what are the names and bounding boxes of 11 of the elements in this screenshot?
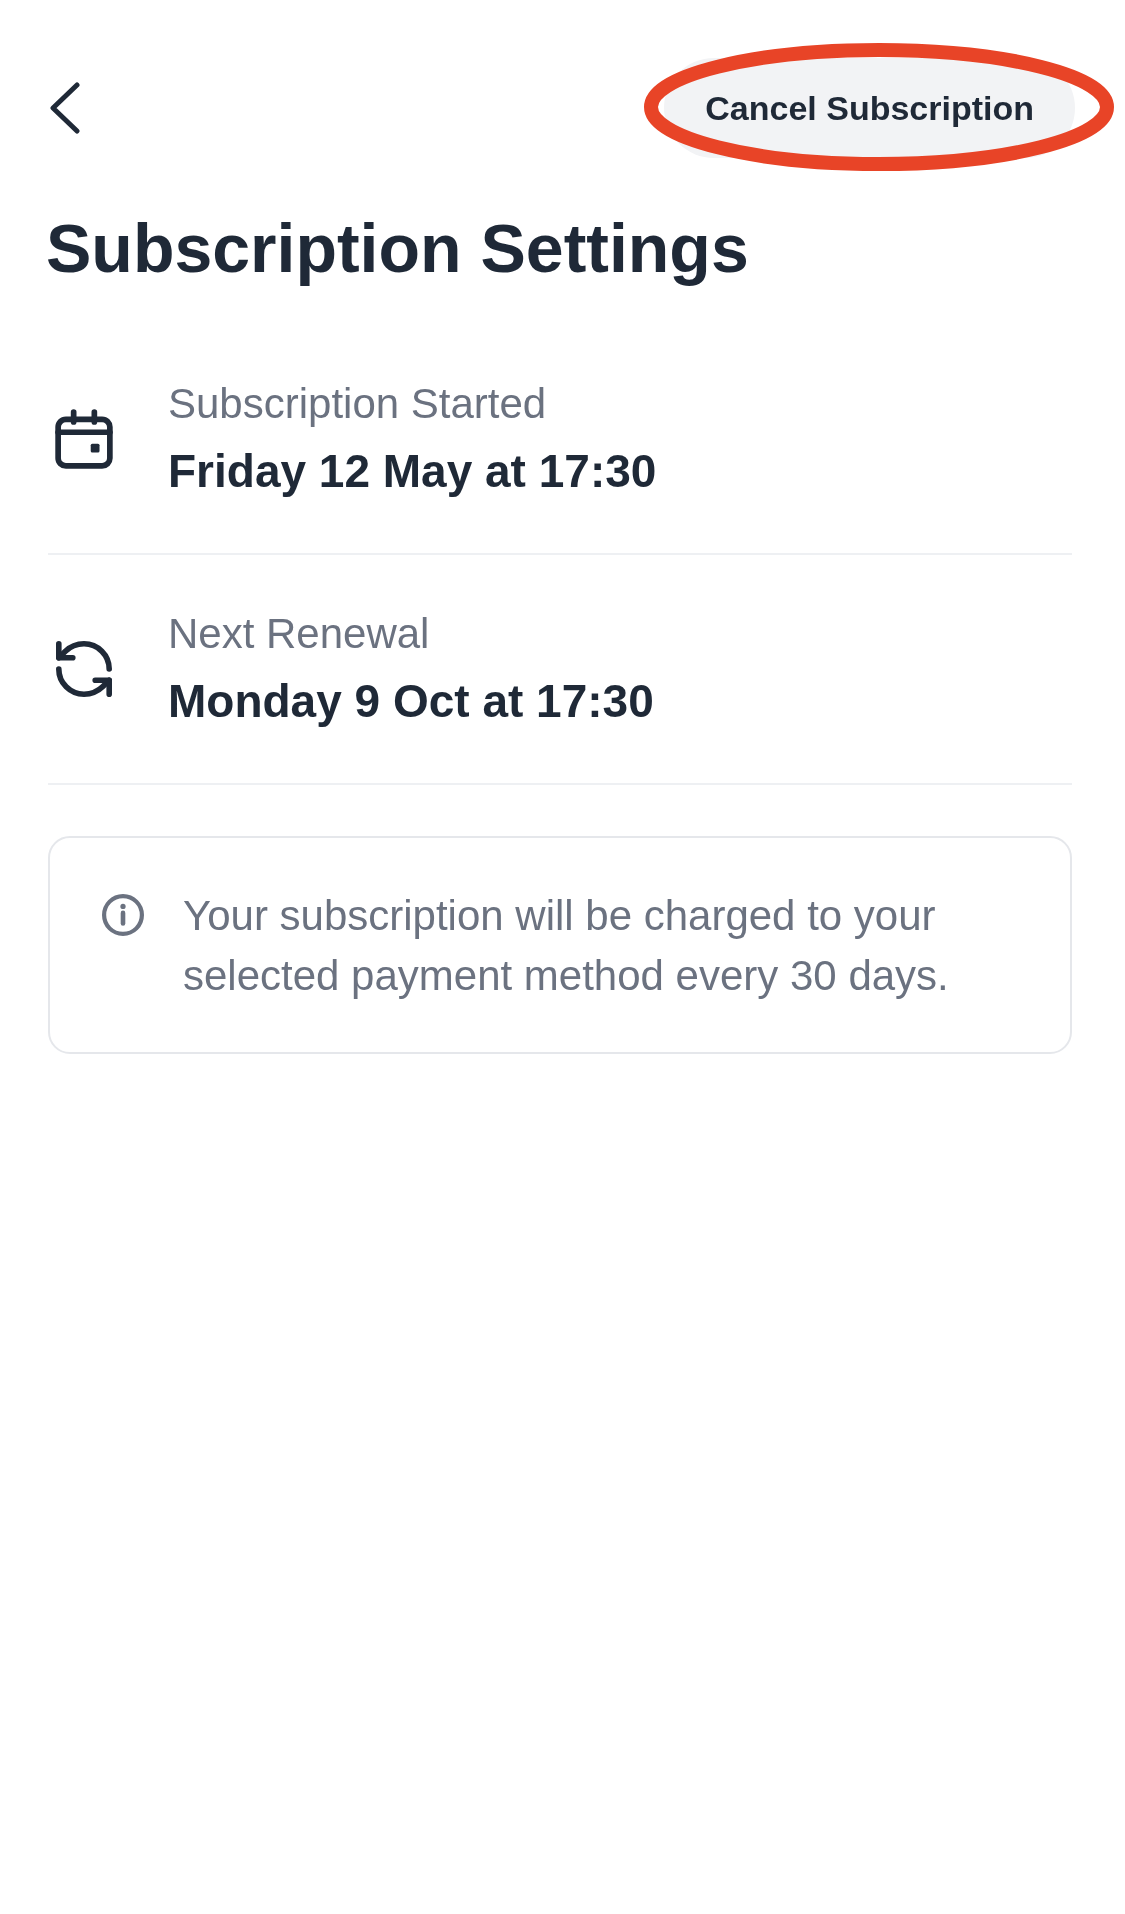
info-icon xyxy=(102,893,144,936)
detail-value: Friday 12 May at 17:30 xyxy=(168,443,657,499)
back-button[interactable] xyxy=(50,82,80,134)
calendar-icon xyxy=(55,408,113,469)
chevron-left-icon xyxy=(50,82,80,134)
refresh-icon xyxy=(56,640,112,697)
detail-label: Next Renewal xyxy=(168,608,430,659)
info-text: Your subscription will be charged to your selected payment method every 30 days. xyxy=(183,890,950,1001)
detail-value: Monday 9 Oct at 17:30 xyxy=(168,673,654,729)
page-title: Subscription Settings xyxy=(46,209,750,288)
detail-label: Subscription Started xyxy=(168,378,547,429)
